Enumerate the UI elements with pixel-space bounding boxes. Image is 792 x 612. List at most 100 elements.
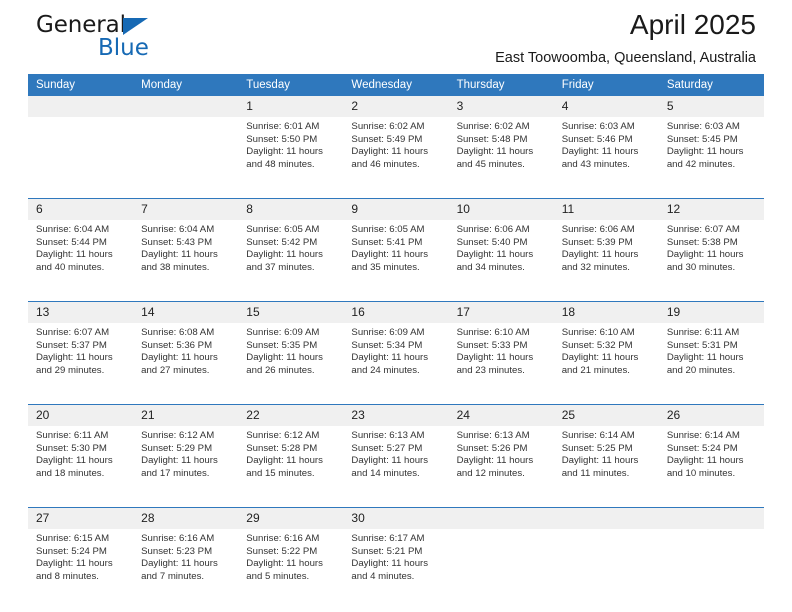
daylight-text: and 5 minutes.: [246, 570, 310, 582]
day-detail: Sunrise: 6:16 AM Sunset: 5:22 PM Daylight:…: [238, 529, 343, 610]
calendar-day-cell[interactable]: 17 Sunrise: 6:10 AM Sunset: 5:33 PM Dayligh…: [448, 301, 554, 405]
calendar-day-cell[interactable]: 1 Sunrise: 6:01 AM Sunset: 5:50 PM Daylight…: [238, 96, 344, 199]
daylight-text: and 17 minutes.: [141, 467, 210, 479]
day-detail: Sunrise: 6:11 AM Sunset: 5:31 PM Daylight:…: [659, 323, 764, 404]
calendar-day-cell[interactable]: 22 Sunrise: 6:12 AM Sunset: 5:28 PM Dayligh…: [238, 404, 344, 508]
day-detail: [659, 529, 764, 610]
daylight-text: and 8 minutes.: [36, 570, 99, 582]
calendar-day-cell[interactable]: 6 Sunrise: 6:04 AM Sunset: 5:44 PM Daylight…: [28, 198, 134, 302]
sunset-text: Sunset: 5:36 PM: [141, 339, 213, 351]
day-number: 4: [553, 96, 659, 117]
calendar-day-cell[interactable]: 23 Sunrise: 6:13 AM Sunset: 5:27 PM Dayligh…: [343, 404, 449, 508]
day-number: [133, 96, 239, 117]
sunset-text: Sunset: 5:32 PM: [561, 339, 633, 351]
day-detail: Sunrise: 6:04 AM Sunset: 5:43 PM Daylight:…: [133, 220, 238, 301]
sunset-text: Sunset: 5:41 PM: [351, 236, 423, 248]
calendar-week-row: 1 Sunrise: 6:01 AM Sunset: 5:50 PM Daylight…: [28, 96, 764, 199]
sunset-text: Sunset: 5:39 PM: [561, 236, 633, 248]
calendar-day-cell[interactable]: 30 Sunrise: 6:17 AM Sunset: 5:21 PM Dayligh…: [343, 507, 449, 610]
day-number: 10: [448, 199, 554, 220]
sunset-text: Sunset: 5:43 PM: [141, 236, 213, 248]
day-number: 30: [343, 508, 449, 529]
day-detail: [28, 117, 133, 198]
daylight-text: Daylight: 11 hours: [36, 558, 113, 570]
calendar-empty-cell: [658, 507, 764, 610]
daylight-text: Daylight: 11 hours: [666, 352, 744, 364]
calendar-empty-cell: [553, 507, 659, 610]
weekday-header-saturday: Saturday: [658, 74, 764, 96]
calendar-day-cell[interactable]: 3 Sunrise: 6:02 AM Sunset: 5:48 PM Daylight…: [448, 96, 554, 199]
calendar-day-cell[interactable]: 18 Sunrise: 6:10 AM Sunset: 5:32 PM Dayligh…: [553, 301, 659, 405]
daylight-text: and 26 minutes.: [246, 364, 315, 376]
sunset-text: Sunset: 5:30 PM: [36, 442, 107, 454]
day-number: 29: [238, 508, 344, 529]
calendar-day-cell[interactable]: 28 Sunrise: 6:16 AM Sunset: 5:23 PM Dayligh…: [133, 507, 239, 610]
daylight-text: Daylight: 11 hours: [561, 455, 639, 467]
sunset-text: Sunset: 5:28 PM: [246, 442, 318, 454]
calendar-day-cell[interactable]: 2 Sunrise: 6:02 AM Sunset: 5:49 PM Daylight…: [343, 96, 449, 199]
daylight-text: Daylight: 11 hours: [141, 249, 218, 261]
calendar-day-cell[interactable]: 11 Sunrise: 6:06 AM Sunset: 5:39 PM Dayligh…: [553, 198, 659, 302]
daylight-text: Daylight: 11 hours: [141, 352, 218, 364]
day-number: 27: [28, 508, 134, 529]
sunset-text: Sunset: 5:44 PM: [36, 236, 107, 248]
calendar-day-cell[interactable]: 14 Sunrise: 6:08 AM Sunset: 5:36 PM Dayligh…: [133, 301, 239, 405]
day-detail: Sunrise: 6:10 AM Sunset: 5:32 PM Daylight:…: [554, 323, 659, 404]
day-detail: Sunrise: 6:06 AM Sunset: 5:39 PM Daylight:…: [554, 220, 659, 301]
daylight-text: and 27 minutes.: [141, 364, 210, 376]
day-detail: Sunrise: 6:15 AM Sunset: 5:24 PM Daylight:…: [28, 529, 133, 610]
calendar-day-cell[interactable]: 15 Sunrise: 6:09 AM Sunset: 5:35 PM Dayligh…: [238, 301, 344, 405]
sunset-text: Sunset: 5:27 PM: [351, 442, 423, 454]
day-detail: Sunrise: 6:06 AM Sunset: 5:40 PM Daylight:…: [449, 220, 554, 301]
calendar-day-cell[interactable]: 8 Sunrise: 6:05 AM Sunset: 5:42 PM Daylight…: [238, 198, 344, 302]
day-number: 8: [238, 199, 344, 220]
calendar-day-cell[interactable]: 29 Sunrise: 6:16 AM Sunset: 5:22 PM Dayligh…: [238, 507, 344, 610]
calendar-day-cell[interactable]: 10 Sunrise: 6:06 AM Sunset: 5:40 PM Dayligh…: [448, 198, 554, 302]
daylight-text: and 21 minutes.: [561, 364, 630, 376]
day-detail: Sunrise: 6:17 AM Sunset: 5:21 PM Daylight:…: [343, 529, 448, 610]
sunset-text: Sunset: 5:42 PM: [246, 236, 318, 248]
day-detail: Sunrise: 6:11 AM Sunset: 5:30 PM Daylight:…: [28, 426, 133, 507]
calendar-day-cell[interactable]: 27 Sunrise: 6:15 AM Sunset: 5:24 PM Dayligh…: [28, 507, 134, 610]
calendar-day-cell[interactable]: 20 Sunrise: 6:11 AM Sunset: 5:30 PM Dayligh…: [28, 404, 134, 508]
daylight-text: Daylight: 11 hours: [561, 249, 639, 261]
calendar-day-cell[interactable]: 9 Sunrise: 6:05 AM Sunset: 5:41 PM Daylight…: [343, 198, 449, 302]
calendar-day-cell[interactable]: 16 Sunrise: 6:09 AM Sunset: 5:34 PM Dayligh…: [343, 301, 449, 405]
calendar-week-row: 13 Sunrise: 6:07 AM Sunset: 5:37 PM Dayligh…: [28, 301, 764, 405]
daylight-text: and 32 minutes.: [561, 261, 630, 273]
daylight-text: and 4 minutes.: [351, 570, 415, 582]
day-detail: Sunrise: 6:10 AM Sunset: 5:33 PM Daylight:…: [449, 323, 554, 404]
weekday-header-row: Sunday Monday Tuesday Wednesday Thursday…: [28, 74, 764, 96]
calendar-day-cell[interactable]: 4 Sunrise: 6:03 AM Sunset: 5:46 PM Daylight…: [553, 96, 659, 199]
day-detail: Sunrise: 6:03 AM Sunset: 5:46 PM Daylight:…: [554, 117, 659, 198]
calendar-day-cell[interactable]: 21 Sunrise: 6:12 AM Sunset: 5:29 PM Dayligh…: [133, 404, 239, 508]
calendar-day-cell[interactable]: 13 Sunrise: 6:07 AM Sunset: 5:37 PM Dayligh…: [28, 301, 134, 405]
sunrise-text: Sunrise: 6:03 AM: [561, 121, 635, 132]
calendar-week-row: 20 Sunrise: 6:11 AM Sunset: 5:30 PM Dayligh…: [28, 404, 764, 508]
sunrise-text: Sunrise: 6:12 AM: [141, 430, 215, 441]
day-number: 17: [448, 302, 554, 323]
day-detail: Sunrise: 6:07 AM Sunset: 5:37 PM Daylight:…: [28, 323, 133, 404]
day-detail: Sunrise: 6:12 AM Sunset: 5:29 PM Daylight:…: [133, 426, 238, 507]
brand-logo[interactable]: General Blue: [36, 12, 236, 68]
calendar-day-cell[interactable]: 19 Sunrise: 6:11 AM Sunset: 5:31 PM Dayligh…: [658, 301, 764, 405]
day-number: 5: [658, 96, 764, 117]
calendar-day-cell[interactable]: 25 Sunrise: 6:14 AM Sunset: 5:25 PM Dayligh…: [553, 404, 659, 508]
sunrise-text: Sunrise: 6:04 AM: [36, 224, 110, 235]
sunrise-text: Sunrise: 6:06 AM: [456, 224, 530, 235]
daylight-text: and 15 minutes.: [246, 467, 315, 479]
weekday-header-tuesday: Tuesday: [238, 74, 344, 96]
calendar-day-cell[interactable]: 12 Sunrise: 6:07 AM Sunset: 5:38 PM Dayligh…: [658, 198, 764, 302]
page-subtitle: East Toowoomba, Queensland, Australia: [495, 50, 756, 66]
daylight-text: Daylight: 11 hours: [666, 249, 744, 261]
day-detail: Sunrise: 6:07 AM Sunset: 5:38 PM Daylight:…: [659, 220, 764, 301]
calendar-day-cell[interactable]: 26 Sunrise: 6:14 AM Sunset: 5:24 PM Dayligh…: [658, 404, 764, 508]
calendar-empty-cell: [133, 96, 239, 199]
day-number: 23: [343, 405, 449, 426]
day-detail: Sunrise: 6:09 AM Sunset: 5:34 PM Daylight:…: [343, 323, 448, 404]
calendar-week-row: 6 Sunrise: 6:04 AM Sunset: 5:44 PM Daylight…: [28, 198, 764, 302]
calendar-week-row: 27 Sunrise: 6:15 AM Sunset: 5:24 PM Dayligh…: [28, 507, 764, 610]
calendar-day-cell[interactable]: 24 Sunrise: 6:13 AM Sunset: 5:26 PM Dayligh…: [448, 404, 554, 508]
calendar-day-cell[interactable]: 5 Sunrise: 6:03 AM Sunset: 5:45 PM Daylight…: [658, 96, 764, 199]
calendar-day-cell[interactable]: 7 Sunrise: 6:04 AM Sunset: 5:43 PM Daylight…: [133, 198, 239, 302]
